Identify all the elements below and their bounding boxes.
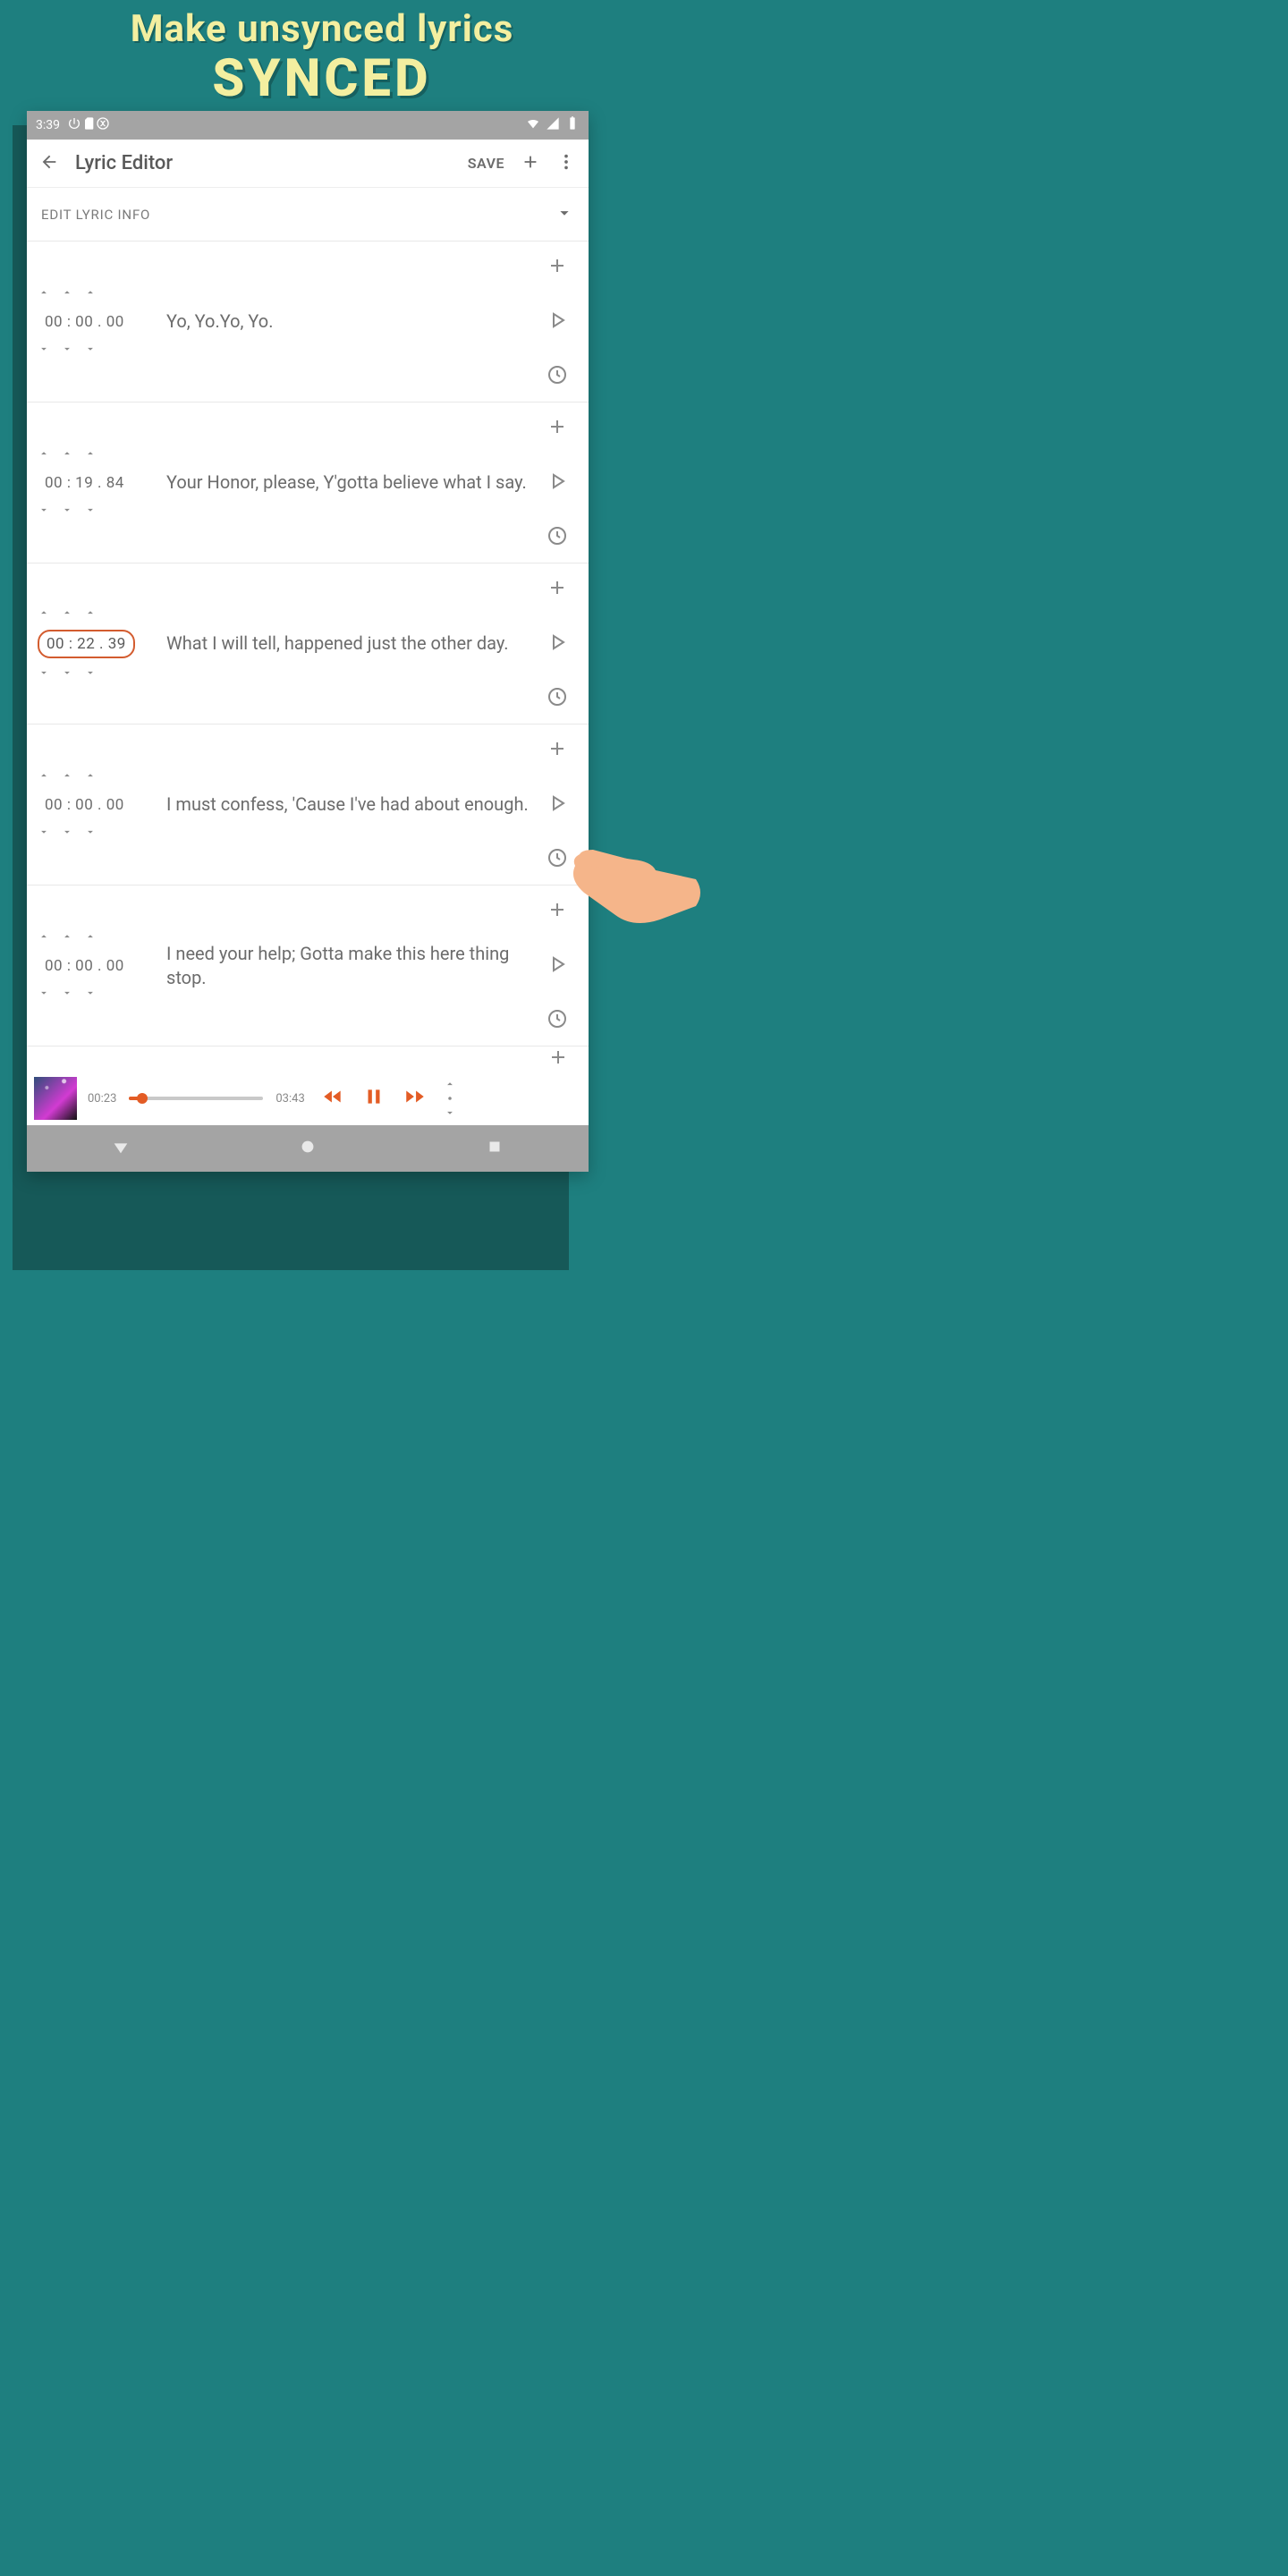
- ts-cc-up[interactable]: [84, 929, 97, 946]
- ts-ss-down[interactable]: [61, 825, 73, 842]
- overflow-button[interactable]: [556, 152, 576, 175]
- ts-ss-up[interactable]: [61, 929, 73, 946]
- ts-cc-down[interactable]: [84, 825, 97, 842]
- ts-mm-down[interactable]: [38, 986, 50, 1003]
- ts-cc-up[interactable]: [84, 446, 97, 463]
- ts-ss-down[interactable]: [61, 342, 73, 359]
- nav-recent-button[interactable]: [485, 1137, 504, 1160]
- ts-mm-up[interactable]: [38, 446, 50, 463]
- phone-frame: 3:39 Lyric Editor SAVE EDIT LYRIC INFO: [27, 111, 589, 1172]
- player-current-time: 00:23: [88, 1092, 116, 1106]
- android-nav-bar: [27, 1125, 589, 1172]
- row-play-button[interactable]: [547, 309, 568, 335]
- android-status-bar: 3:39: [27, 111, 589, 140]
- row-capture-time-button[interactable]: [547, 686, 568, 711]
- ts-cc-down[interactable]: [84, 665, 97, 682]
- promo-line2: SYNCED: [0, 48, 644, 109]
- edit-lyric-info-label: EDIT LYRIC INFO: [41, 207, 150, 223]
- ts-cc-up[interactable]: [84, 606, 97, 623]
- ts-ss-up[interactable]: [61, 285, 73, 302]
- player-seekbar[interactable]: [129, 1097, 263, 1100]
- player-scroll-lock[interactable]: [439, 1078, 461, 1119]
- row-add-button[interactable]: [547, 416, 568, 441]
- timestamp-value[interactable]: 00 : 19 . 84: [38, 470, 131, 496]
- row-play-button[interactable]: [547, 470, 568, 496]
- ts-cc-up[interactable]: [84, 768, 97, 785]
- promo-line1: Make unsynced lyrics: [0, 9, 644, 50]
- album-art[interactable]: [34, 1077, 77, 1120]
- app-bar: Lyric Editor SAVE: [27, 140, 589, 188]
- signal-icon: [546, 116, 560, 134]
- row-play-button[interactable]: [547, 953, 568, 979]
- ts-mm-up[interactable]: [38, 768, 50, 785]
- timestamp-value[interactable]: 00 : 00 . 00: [38, 309, 131, 335]
- ts-mm-down[interactable]: [38, 342, 50, 359]
- row-add-button[interactable]: [547, 1046, 569, 1072]
- ts-mm-up[interactable]: [38, 285, 50, 302]
- ts-cc-down[interactable]: [84, 503, 97, 520]
- ts-mm-up[interactable]: [38, 929, 50, 946]
- ts-ss-down[interactable]: [61, 665, 73, 682]
- lyric-text[interactable]: I must confess, 'Cause I've had about en…: [161, 792, 535, 817]
- ts-ss-up[interactable]: [61, 768, 73, 785]
- ts-ss-up[interactable]: [61, 446, 73, 463]
- back-button[interactable]: [39, 152, 59, 175]
- lyric-row: 00 : 00 . 00 I must confess, 'Cause I've…: [27, 724, 589, 886]
- player-total-time: 03:43: [275, 1092, 304, 1106]
- row-add-button[interactable]: [547, 899, 568, 924]
- timestamp-value[interactable]: 00 : 00 . 00: [38, 953, 131, 979]
- nav-home-button[interactable]: [298, 1137, 318, 1160]
- row-capture-time-button[interactable]: [547, 364, 568, 389]
- ts-cc-down[interactable]: [84, 986, 97, 1003]
- player-forward-button[interactable]: [403, 1085, 427, 1112]
- player-rewind-button[interactable]: [321, 1085, 344, 1112]
- timestamp-value[interactable]: 00 : 00 . 00: [38, 792, 131, 818]
- row-capture-time-button[interactable]: [547, 847, 568, 872]
- edit-lyric-info-row[interactable]: EDIT LYRIC INFO: [27, 188, 589, 242]
- battery-icon: [565, 116, 580, 134]
- ts-cc-down[interactable]: [84, 342, 97, 359]
- lyric-text[interactable]: Your Honor, please, Y'gotta believe what…: [161, 470, 535, 495]
- power-icon: [67, 116, 81, 134]
- row-capture-time-button[interactable]: [547, 1008, 568, 1033]
- no-sync-icon: [96, 116, 110, 134]
- ts-mm-up[interactable]: [38, 606, 50, 623]
- sd-icon: [81, 116, 96, 134]
- lyric-row: 00 : 22 . 39 What I will tell, happened …: [27, 564, 589, 724]
- player-pause-button[interactable]: [362, 1085, 386, 1112]
- lyric-row: 00 : 00 . 00 Yo, Yo.Yo, Yo.: [27, 242, 589, 402]
- lyric-text[interactable]: Yo, Yo.Yo, Yo.: [161, 309, 535, 334]
- timestamp-value[interactable]: 00 : 22 . 39: [38, 630, 135, 658]
- row-add-button[interactable]: [547, 577, 568, 602]
- lyric-row-peek: [27, 1046, 589, 1072]
- row-play-button[interactable]: [547, 792, 568, 818]
- ts-ss-down[interactable]: [61, 503, 73, 520]
- row-add-button[interactable]: [547, 255, 568, 280]
- lyric-text[interactable]: What I will tell, happened just the othe…: [161, 631, 535, 656]
- mini-player: 00:23 03:43: [27, 1072, 589, 1125]
- row-add-button[interactable]: [547, 738, 568, 763]
- nav-back-button[interactable]: [111, 1137, 131, 1160]
- ts-ss-up[interactable]: [61, 606, 73, 623]
- app-title: Lyric Editor: [75, 152, 173, 174]
- pointing-hand-icon: [571, 830, 705, 928]
- ts-mm-down[interactable]: [38, 503, 50, 520]
- chevron-down-icon: [555, 203, 574, 226]
- status-time: 3:39: [36, 118, 60, 132]
- ts-mm-down[interactable]: [38, 665, 50, 682]
- row-play-button[interactable]: [547, 631, 568, 657]
- ts-mm-down[interactable]: [38, 825, 50, 842]
- lyric-row: 00 : 19 . 84 Your Honor, please, Y'gotta…: [27, 402, 589, 564]
- row-capture-time-button[interactable]: [547, 525, 568, 550]
- lyric-list: 00 : 00 . 00 Yo, Yo.Yo, Yo.: [27, 242, 589, 1072]
- save-button[interactable]: SAVE: [468, 155, 504, 172]
- wifi-icon: [526, 116, 540, 134]
- lyric-row: 00 : 00 . 00 I need your help; Gotta mak…: [27, 886, 589, 1046]
- add-button[interactable]: [521, 152, 540, 175]
- ts-cc-up[interactable]: [84, 285, 97, 302]
- lyric-text[interactable]: I need your help; Gotta make this here t…: [161, 942, 535, 990]
- ts-ss-down[interactable]: [61, 986, 73, 1003]
